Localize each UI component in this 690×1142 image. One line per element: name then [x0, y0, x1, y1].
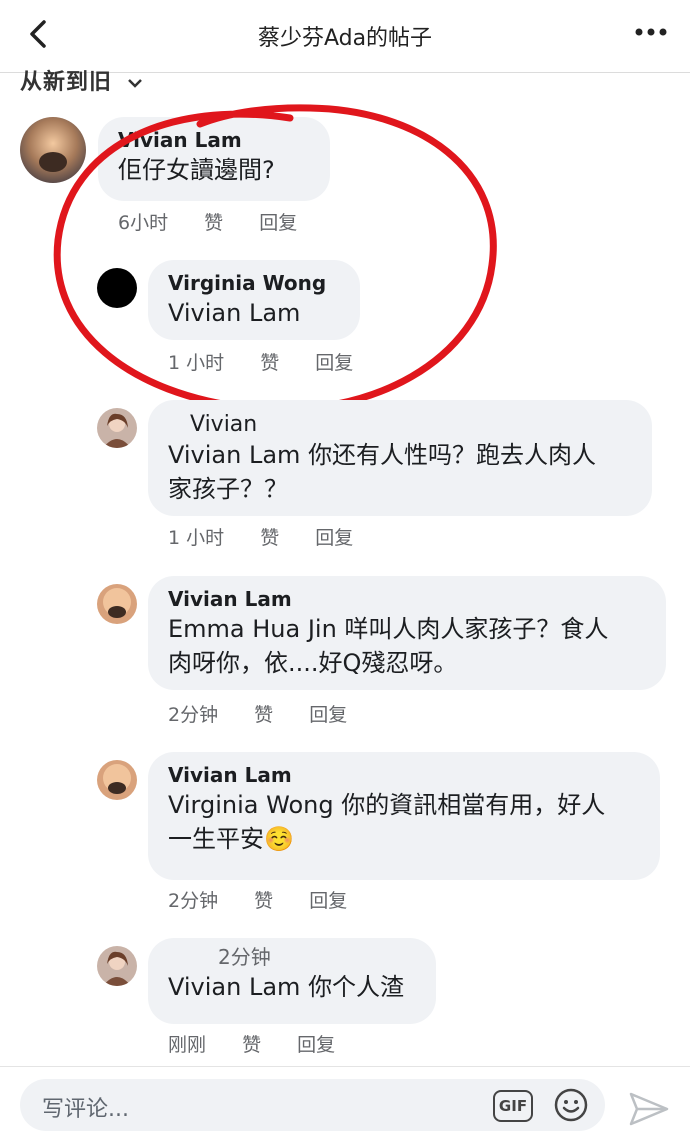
sort-label: 从新到旧 [20, 70, 113, 95]
comment-text: Vivian Lam 你个人渣 [168, 973, 405, 1001]
emoji-icon[interactable] [553, 1087, 589, 1123]
comment-time: 2分钟 [168, 704, 219, 726]
sort-selector[interactable]: 从新到旧 [20, 64, 143, 96]
comment-bubble: Vivian Lam Virginia Wong 你的資訊相當有用，好人 一生平… [148, 752, 660, 880]
comment-bubble: 2分钟 Vivian Lam 你个人渣 [148, 938, 436, 1024]
comment-text-line: 肉呀你，依....好Q殘忍呀。 [168, 649, 458, 677]
comment-time: 1 小时 [168, 352, 225, 374]
comment-bubble: Vivian Vivian Lam 你还有人性吗？跑去人肉人 家孩子？？ [148, 400, 652, 516]
comment-time: 刚刚 [168, 1034, 207, 1056]
like-button[interactable]: 赞 [242, 1034, 261, 1056]
comment-time: 1 小时 [168, 527, 225, 549]
reply-button[interactable]: 回复 [315, 352, 353, 374]
comment-author[interactable]: 2分钟 [168, 944, 416, 970]
reply-button[interactable]: 回复 [259, 212, 297, 234]
comment-text-line: Vivian Lam 你还有人性吗？跑去人肉人 [168, 441, 597, 469]
avatar[interactable] [97, 268, 137, 308]
comment-author[interactable]: Vivian Lam [118, 127, 310, 153]
comment-author[interactable]: Vivian Lam [168, 586, 646, 612]
avatar[interactable] [97, 584, 137, 624]
reply-button[interactable]: 回复 [309, 704, 347, 726]
like-button[interactable]: 赞 [254, 704, 273, 726]
comment-text-line: Emma Hua Jin 咩叫人肉人家孩子？食人 [168, 615, 609, 643]
comment-text-line: 家孩子？？ [168, 475, 288, 503]
page-title: 蔡少芬Ada的帖子 [257, 26, 433, 51]
send-icon[interactable] [628, 1091, 670, 1127]
comment-bubble: Vivian Lam Emma Hua Jin 咩叫人肉人家孩子？食人 肉呀你，… [148, 576, 666, 690]
avatar[interactable] [20, 117, 86, 183]
comment-time: 2分钟 [168, 890, 219, 912]
comment-time: 6小时 [118, 212, 169, 234]
reply-button[interactable]: 回复 [297, 1034, 335, 1056]
chevron-down-icon [127, 70, 143, 95]
comment-author[interactable]: Vivian [168, 412, 632, 438]
comment-meta: 2分钟 赞 回复 [168, 700, 377, 727]
comment-meta: 6小时 赞 回复 [118, 208, 327, 235]
reply-button[interactable]: 回复 [309, 890, 347, 912]
comment-meta: 2分钟 赞 回复 [168, 886, 377, 913]
like-button[interactable]: 赞 [260, 527, 279, 549]
avatar[interactable] [97, 760, 137, 800]
comment-text: 佢仔女讀邊間? [118, 156, 275, 184]
comment-meta: 1 小时 赞 回复 [168, 523, 383, 550]
comment-text-line: 一生平安☺️ [168, 825, 294, 853]
comment-meta: 刚刚 赞 回复 [168, 1030, 365, 1057]
comment-author[interactable]: Vivian Lam [168, 762, 640, 788]
comment-placeholder: 写评论... [42, 1097, 129, 1122]
comment-meta: 1 小时 赞 回复 [168, 348, 383, 375]
like-button[interactable]: 赞 [204, 212, 223, 234]
avatar[interactable] [97, 408, 137, 448]
comment-bubble: Virginia Wong Vivian Lam [148, 260, 360, 340]
like-button[interactable]: 赞 [260, 352, 279, 374]
comment-text: Vivian Lam [168, 299, 301, 327]
comment-input[interactable]: 写评论... GIF [20, 1079, 605, 1131]
composer-bar: 写评论... GIF [0, 1066, 690, 1142]
like-button[interactable]: 赞 [254, 890, 273, 912]
comment-bubble: Vivian Lam 佢仔女讀邊間? [98, 117, 330, 201]
reply-button[interactable]: 回复 [315, 527, 353, 549]
more-dots-icon[interactable] [634, 22, 668, 42]
gif-button[interactable]: GIF [493, 1090, 533, 1122]
comment-author[interactable]: Virginia Wong [168, 270, 340, 296]
avatar[interactable] [97, 946, 137, 986]
comment-text-line: Virginia Wong 你的資訊相當有用，好人 [168, 791, 606, 819]
top-bar: 蔡少芬Ada的帖子 [0, 0, 690, 73]
